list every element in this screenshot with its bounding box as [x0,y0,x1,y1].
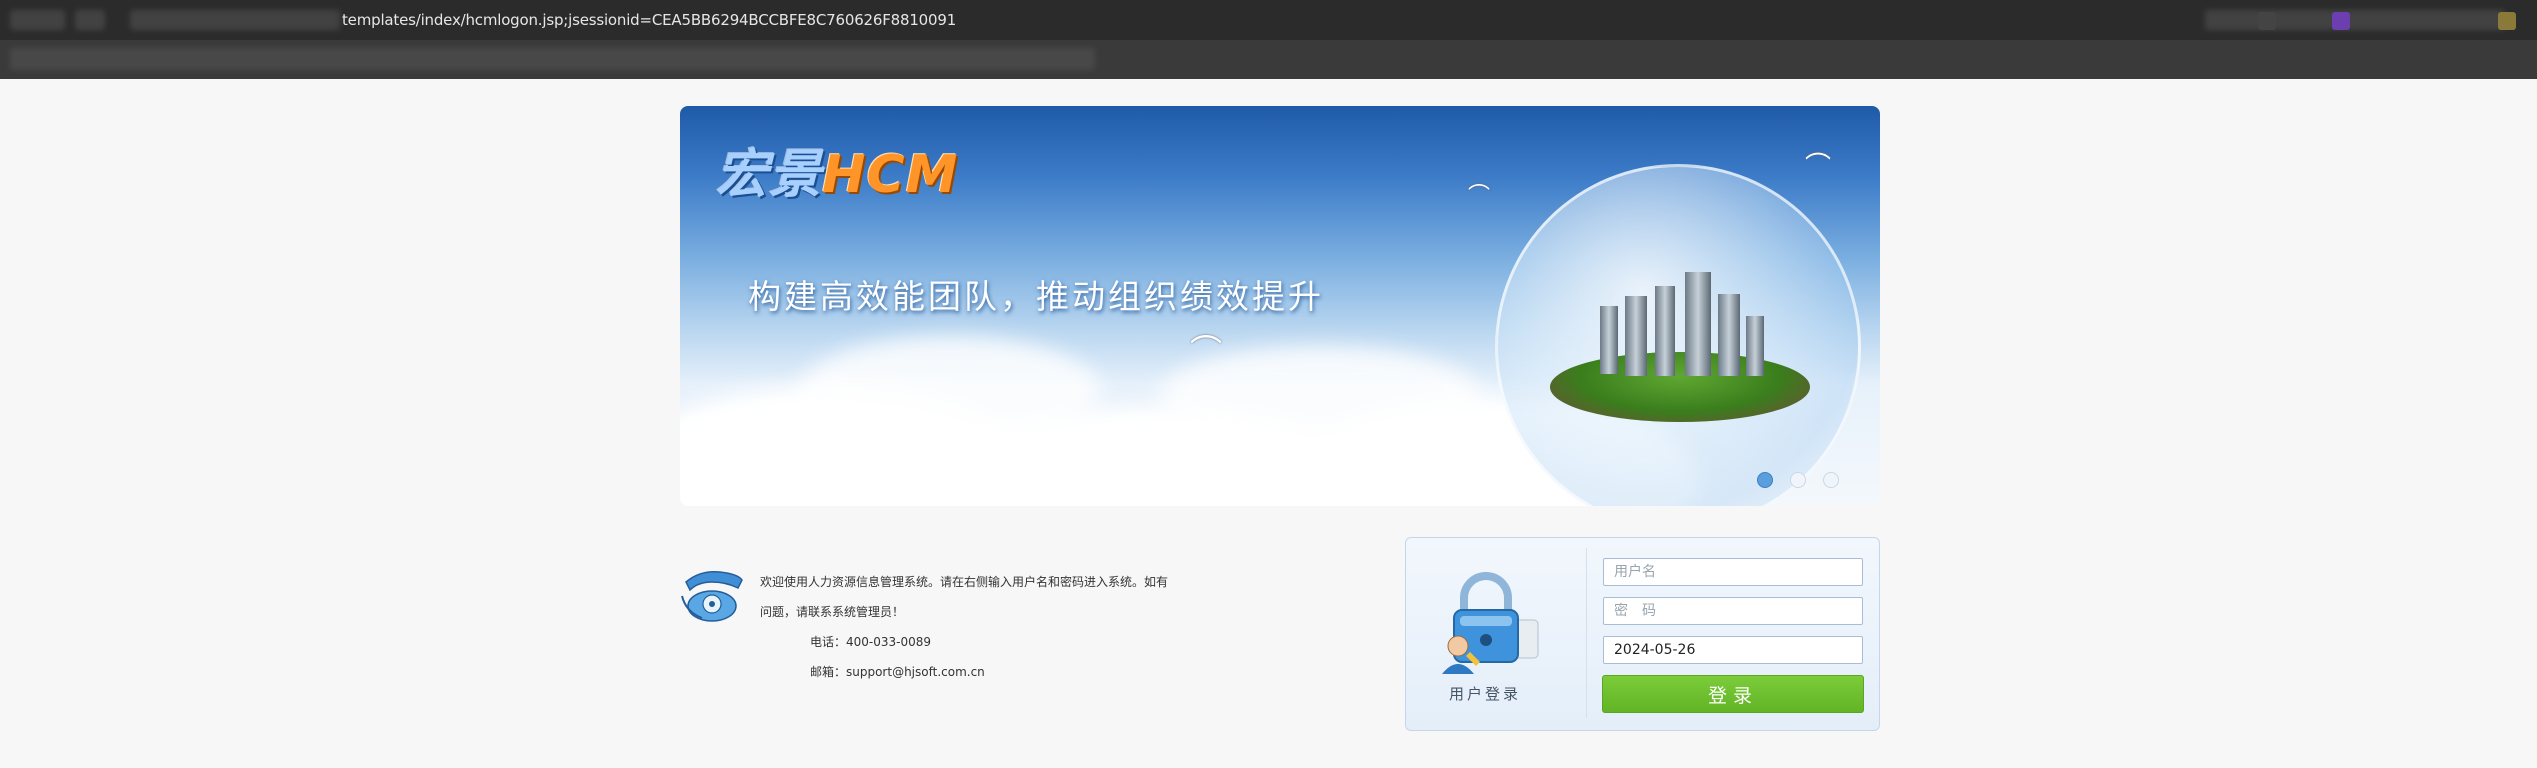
login-button[interactable]: 登录 [1602,675,1864,713]
browser-address-bar: templates/index/hcmlogon.jsp;jsessionid=… [0,0,2537,41]
browser-bookmarks-bar [0,40,2537,79]
blurred-url-prefix [130,10,340,30]
building [1718,294,1740,376]
building [1600,306,1618,374]
seagull-icon: ⌒ [1805,152,1832,182]
building [1625,296,1647,376]
login-panel: 用户登录 登录 [1405,537,1880,731]
blurred-nav-buttons [10,10,65,30]
extension-icon[interactable] [2498,12,2516,30]
seagull-icon: ⌒ [1190,332,1223,370]
login-label: 用户登录 [1448,685,1521,703]
lock-user-icon [1436,568,1546,678]
telephone-icon [680,568,744,624]
blurred-extensions [2205,10,2505,30]
welcome-text-line-1: 欢迎使用人力资源信息管理系统。请在右侧输入用户名和密码进入系统。如有 [760,575,1169,589]
blurred-nav-buttons [75,10,105,30]
carousel-dot-3[interactable] [1823,472,1839,488]
floating-island [1550,352,1810,422]
blurred-bookmarks [10,48,1095,70]
username-field[interactable] [1603,558,1863,586]
date-field[interactable] [1603,636,1863,664]
welcome-text-line-2: 问题，请联系系统管理员！ [760,605,905,619]
login-divider [1586,548,1587,718]
extension-icon[interactable] [2332,12,2350,30]
carousel-dot-1[interactable] [1757,472,1773,488]
contact-phone: 电话：400-033-0089 [810,635,932,649]
building [1655,286,1675,376]
logo-cn: 宏景 [716,145,823,205]
banner: 宏景HCM 构建高效能团队，推动组织绩效提升 ⌒ ⌒ ⌒ [680,106,1880,506]
hcm-logo: 宏景HCM [716,132,958,207]
logo-en: HCM [822,145,959,205]
extension-icon[interactable] [2258,12,2276,30]
contact-email: 邮箱：support@hjsoft.com.cn [810,665,985,679]
password-field[interactable] [1603,597,1863,625]
carousel-dot-2[interactable] [1790,472,1806,488]
cloud [800,336,1100,446]
building [1685,272,1711,376]
url-text[interactable]: templates/index/hcmlogon.jsp;jsessionid=… [342,11,956,29]
banner-slogan: 构建高效能团队，推动组织绩效提升 [748,277,1324,316]
seagull-icon: ⌒ [1468,184,1491,209]
building [1746,316,1764,376]
globe-illustration [1495,164,1861,506]
